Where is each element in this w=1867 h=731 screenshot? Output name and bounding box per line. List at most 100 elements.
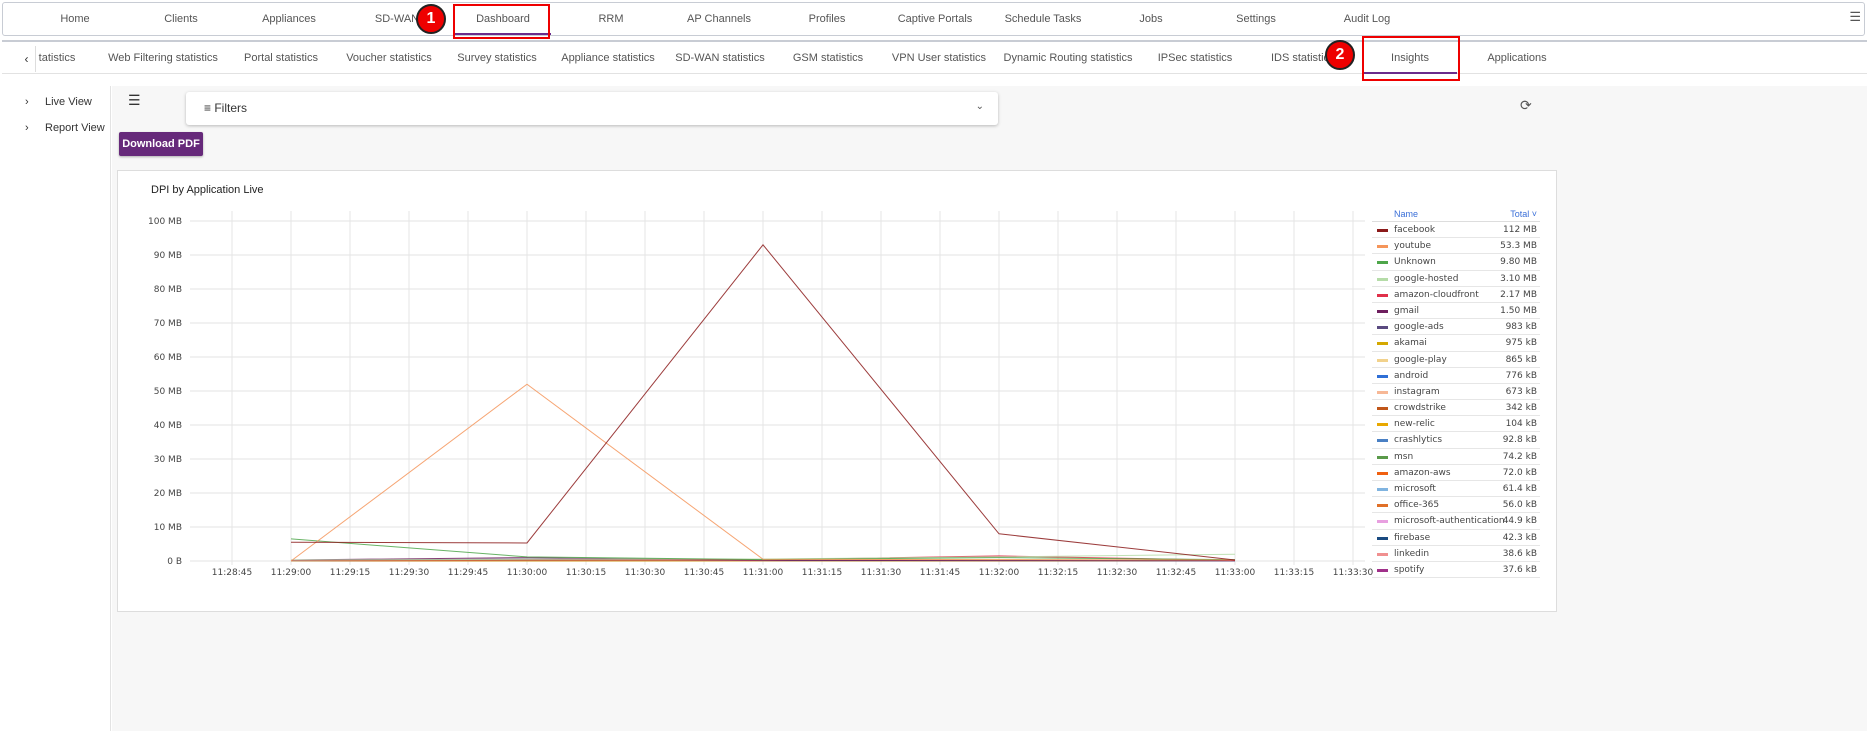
legend-total: 38.6 kB (1502, 548, 1537, 559)
legend-item[interactable]: google-play 865 kB (1372, 352, 1540, 368)
legend-item[interactable]: google-ads 983 kB (1372, 319, 1540, 336)
y-tick-label: 50 MB (154, 387, 182, 397)
legend-item[interactable]: amazon-aws 72.0 kB (1372, 465, 1540, 481)
legend-item[interactable]: linkedin 38.6 kB (1372, 546, 1540, 562)
legend-swatch (1377, 455, 1388, 459)
legend-item[interactable]: Unknown 9.80 MB (1372, 254, 1540, 271)
legend-item[interactable]: gmail 1.50 MB (1372, 303, 1540, 320)
legend-swatch (1377, 568, 1388, 572)
legend-header: Name Total ˅ (1372, 207, 1540, 222)
x-tick-label: 11:31:00 (743, 568, 784, 578)
legend-total: 776 kB (1505, 370, 1537, 381)
legend-total: 53.3 MB (1500, 241, 1537, 252)
legend-swatch (1377, 293, 1388, 297)
legend-total: 42.3 kB (1502, 532, 1537, 543)
legend-name: facebook (1394, 225, 1436, 235)
x-tick-label: 11:28:45 (212, 568, 252, 578)
legend-total: 92.8 kB (1502, 435, 1537, 446)
legend-swatch (1377, 504, 1388, 508)
legend-name: firebase (1394, 532, 1431, 543)
x-tick-label: 11:30:00 (507, 568, 548, 578)
legend-name: spotify (1394, 564, 1425, 575)
legend-total: 74.2 kB (1502, 451, 1537, 462)
legend-item[interactable]: new-relic 104 kB (1372, 416, 1540, 433)
y-tick-label: 80 MB (154, 285, 182, 295)
x-tick-label: 11:29:30 (389, 568, 430, 578)
legend-swatch (1377, 407, 1388, 411)
legend-item[interactable]: msn 74.2 kB (1372, 449, 1540, 465)
legend-name: google-ads (1394, 322, 1444, 333)
x-tick-label: 11:31:45 (920, 568, 960, 578)
legend-swatch (1377, 488, 1388, 491)
legend-item[interactable]: google-hosted 3.10 MB (1372, 271, 1540, 287)
x-tick-label: 11:30:45 (684, 568, 724, 578)
legend-total: 112 MB (1503, 225, 1537, 235)
legend-swatch (1377, 309, 1388, 313)
legend-total-header[interactable]: Total ˅ (1510, 209, 1537, 219)
legend-total: 72.0 kB (1502, 467, 1537, 478)
legend-total: 44.9 kB (1502, 516, 1537, 527)
x-tick-label: 11:31:30 (861, 568, 902, 578)
legend-total: 3.10 MB (1500, 273, 1537, 284)
y-tick-label: 60 MB (154, 353, 182, 363)
legend-swatch (1377, 261, 1388, 265)
x-tick-label: 11:31:15 (802, 568, 842, 578)
legend-name: youtube (1394, 241, 1432, 252)
legend-swatch (1377, 326, 1388, 330)
legend-swatch (1377, 536, 1388, 540)
x-tick-label: 11:33:30 (1333, 568, 1374, 578)
legend-item[interactable]: crowdstrike 342 kB (1372, 400, 1540, 417)
legend-total: 9.80 MB (1500, 257, 1537, 268)
legend-name: instagram (1394, 386, 1440, 397)
legend-name: crashlytics (1394, 435, 1443, 446)
legend-swatch (1377, 439, 1388, 443)
legend-name: new-relic (1394, 419, 1435, 430)
legend-item[interactable]: spotify 37.6 kB (1372, 562, 1540, 579)
legend-item[interactable]: amazon-cloudfront 2.17 MB (1372, 287, 1540, 303)
x-tick-label: 11:29:45 (448, 568, 488, 578)
legend-total: 975 kB (1505, 338, 1537, 349)
y-tick-label: 30 MB (154, 455, 182, 465)
y-tick-label: 40 MB (154, 421, 182, 431)
legend-name: amazon-cloudfront (1394, 289, 1479, 300)
legend-item[interactable]: microsoft 61.4 kB (1372, 481, 1540, 498)
legend-name: akamai (1394, 338, 1427, 349)
legend-name: office-365 (1394, 500, 1440, 511)
legend-swatch (1377, 245, 1388, 249)
legend-swatch (1377, 374, 1388, 378)
legend-name: gmail (1394, 305, 1419, 316)
legend-name: microsoft (1394, 484, 1436, 494)
legend-total: 37.6 kB (1502, 564, 1537, 575)
legend-item[interactable]: facebook 112 MB (1372, 222, 1540, 239)
x-tick-label: 11:32:15 (1038, 568, 1078, 578)
legend-item[interactable]: youtube 53.3 MB (1372, 238, 1540, 255)
legend-item[interactable]: firebase 42.3 kB (1372, 530, 1540, 546)
legend-item[interactable]: instagram 673 kB (1372, 384, 1540, 401)
legend-name: Unknown (1394, 257, 1436, 268)
line-chart: 11:28:45 11:29:00 11:29:15 11:29:30 11:29:45… (148, 211, 1374, 578)
legend-item[interactable]: android 776 kB (1372, 368, 1540, 384)
legend-name: linkedin (1394, 548, 1430, 559)
y-tick-label: 20 MB (154, 489, 182, 499)
legend-item[interactable]: akamai 975 kB (1372, 335, 1540, 352)
legend-total: 673 kB (1505, 386, 1537, 397)
legend-name: microsoft-authentication (1394, 516, 1505, 527)
legend-total: 104 kB (1505, 419, 1537, 430)
legend-name-header[interactable]: Name (1394, 209, 1418, 219)
legend-item[interactable]: microsoft-authentication 44.9 kB (1372, 513, 1540, 530)
legend-swatch (1377, 342, 1388, 346)
legend-total: 1.50 MB (1500, 305, 1537, 316)
x-tick-label: 11:29:15 (330, 568, 370, 578)
y-tick-label: 100 MB (148, 217, 182, 227)
legend-item[interactable]: crashlytics 92.8 kB (1372, 432, 1540, 449)
legend-swatch (1377, 358, 1388, 362)
legend-name: android (1394, 370, 1429, 381)
legend-swatch (1377, 390, 1388, 394)
legend-name: google-play (1394, 354, 1447, 365)
legend-item[interactable]: office-365 56.0 kB (1372, 497, 1540, 514)
legend-swatch (1377, 423, 1388, 427)
x-tick-label: 11:29:00 (271, 568, 312, 578)
legend-name: google-hosted (1394, 273, 1459, 284)
legend-total: 342 kB (1505, 403, 1537, 414)
x-tick-label: 11:30:30 (625, 568, 666, 578)
